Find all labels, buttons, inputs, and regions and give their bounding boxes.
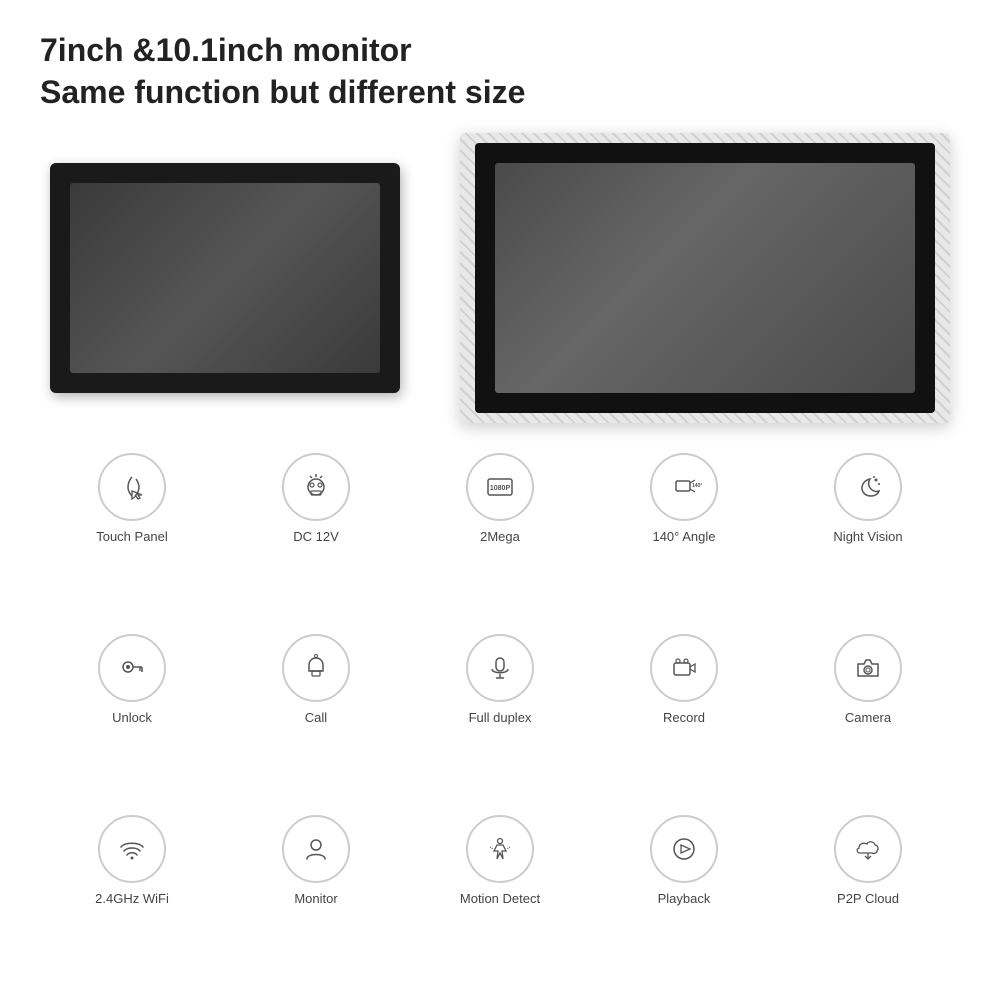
feature-motion-detect: Motion Detect bbox=[408, 815, 592, 980]
call-icon-circle bbox=[282, 634, 350, 702]
feature-wifi: 2.4GHz WiFi bbox=[40, 815, 224, 980]
touch-panel-label: Touch Panel bbox=[96, 529, 168, 546]
feature-camera: Camera bbox=[776, 634, 960, 799]
feature-140-angle: 140° 140° Angle bbox=[592, 453, 776, 618]
small-screen bbox=[70, 183, 380, 373]
feature-p2p-cloud: P2P Cloud bbox=[776, 815, 960, 980]
feature-2mega: 1080P 2Mega bbox=[408, 453, 592, 618]
feature-touch-panel: Touch Panel bbox=[40, 453, 224, 618]
dc-12v-icon bbox=[298, 469, 334, 505]
feature-dc-12v: DC 12V bbox=[224, 453, 408, 618]
dc-12v-label: DC 12V bbox=[293, 529, 339, 546]
p2p-cloud-icon-circle bbox=[834, 815, 902, 883]
touch-panel-icon-circle bbox=[98, 453, 166, 521]
camera-icon bbox=[850, 650, 886, 686]
feature-full-duplex: Full duplex bbox=[408, 634, 592, 799]
record-label: Record bbox=[663, 710, 705, 727]
monitor-large-wrapper bbox=[460, 133, 950, 423]
large-screen bbox=[495, 163, 915, 393]
unlock-label: Unlock bbox=[112, 710, 152, 727]
title-line1: 7inch &10.1inch monitor bbox=[40, 32, 412, 68]
playback-icon-circle bbox=[650, 815, 718, 883]
dc-12v-icon-circle bbox=[282, 453, 350, 521]
page-title: 7inch &10.1inch monitor Same function bu… bbox=[40, 30, 960, 113]
record-icon bbox=[666, 650, 702, 686]
full-duplex-label: Full duplex bbox=[469, 710, 532, 727]
feature-unlock: Unlock bbox=[40, 634, 224, 799]
feature-record: Record bbox=[592, 634, 776, 799]
feature-monitor: Monitor bbox=[224, 815, 408, 980]
wifi-icon-circle bbox=[98, 815, 166, 883]
night-vision-icon bbox=[850, 469, 886, 505]
features-grid: Touch Panel DC 12V bbox=[40, 453, 960, 980]
record-icon-circle bbox=[650, 634, 718, 702]
camera-label: Camera bbox=[845, 710, 891, 727]
night-vision-label: Night Vision bbox=[833, 529, 902, 546]
motion-detect-label: Motion Detect bbox=[460, 891, 540, 908]
feature-night-vision: Night Vision bbox=[776, 453, 960, 618]
svg-text:1080P: 1080P bbox=[490, 485, 511, 492]
monitors-section bbox=[40, 133, 960, 423]
touch-panel-icon bbox=[114, 469, 150, 505]
night-vision-icon-circle bbox=[834, 453, 902, 521]
monitor-small bbox=[50, 163, 400, 393]
140-angle-icon: 140° bbox=[666, 469, 702, 505]
monitor-icon-circle bbox=[282, 815, 350, 883]
monitor-icon bbox=[298, 831, 334, 867]
camera-icon-circle bbox=[834, 634, 902, 702]
page: 7inch &10.1inch monitor Same function bu… bbox=[0, 0, 1000, 1000]
wifi-label: 2.4GHz WiFi bbox=[95, 891, 169, 908]
p2p-cloud-icon bbox=[850, 831, 886, 867]
full-duplex-icon bbox=[482, 650, 518, 686]
140-angle-label: 140° Angle bbox=[652, 529, 715, 546]
feature-playback: Playback bbox=[592, 815, 776, 980]
svg-text:140°: 140° bbox=[692, 483, 702, 489]
unlock-icon bbox=[114, 650, 150, 686]
unlock-icon-circle bbox=[98, 634, 166, 702]
monitor-label: Monitor bbox=[294, 891, 337, 908]
2mega-label: 2Mega bbox=[480, 529, 520, 546]
monitor-large bbox=[475, 143, 935, 413]
feature-call: Call bbox=[224, 634, 408, 799]
motion-detect-icon bbox=[482, 831, 518, 867]
call-icon bbox=[298, 650, 334, 686]
motion-detect-icon-circle bbox=[466, 815, 534, 883]
call-label: Call bbox=[305, 710, 327, 727]
2mega-icon: 1080P bbox=[482, 469, 518, 505]
p2p-cloud-label: P2P Cloud bbox=[837, 891, 899, 908]
140-angle-icon-circle: 140° bbox=[650, 453, 718, 521]
playback-label: Playback bbox=[658, 891, 711, 908]
2mega-icon-circle: 1080P bbox=[466, 453, 534, 521]
title-line2: Same function but different size bbox=[40, 74, 525, 110]
full-duplex-icon-circle bbox=[466, 634, 534, 702]
wifi-icon bbox=[114, 831, 150, 867]
playback-icon bbox=[666, 831, 702, 867]
header: 7inch &10.1inch monitor Same function bu… bbox=[40, 30, 960, 113]
